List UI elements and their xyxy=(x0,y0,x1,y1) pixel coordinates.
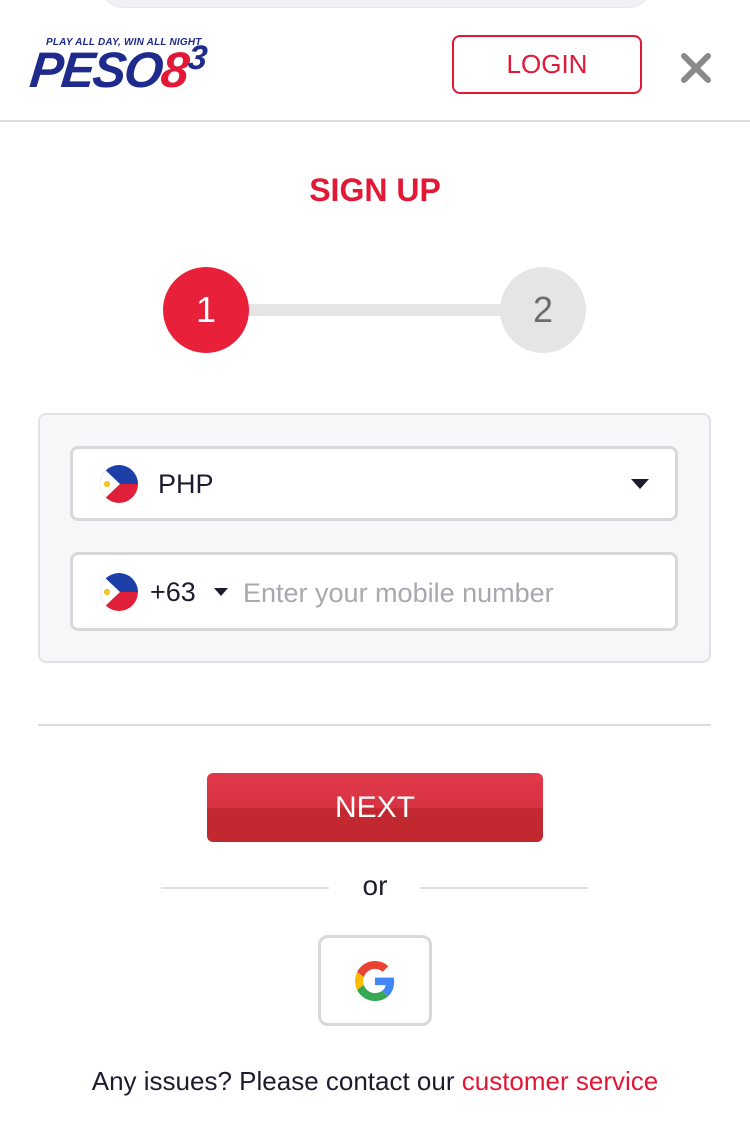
philippines-flag-icon xyxy=(100,465,138,503)
stepper-connector xyxy=(206,304,544,316)
mobile-number-field: +63 xyxy=(70,552,678,631)
currency-value: PHP xyxy=(158,469,214,499)
support-text: Any issues? Please contact our xyxy=(91,1066,462,1096)
logo-wordmark: PESO83 xyxy=(27,39,208,104)
currency-select[interactable]: PHP xyxy=(70,446,678,521)
philippines-flag-icon xyxy=(100,573,138,611)
or-label: or xyxy=(362,870,388,901)
or-divider-right xyxy=(420,887,588,889)
logo-superscript: 3 xyxy=(186,39,208,77)
dial-code-select[interactable]: +63 xyxy=(148,555,238,628)
logo-word: PESO xyxy=(27,42,165,98)
chevron-down-icon xyxy=(214,588,228,596)
section-divider xyxy=(38,724,711,726)
step-2-indicator: 2 xyxy=(500,267,586,353)
dial-code: +63 xyxy=(150,577,196,607)
next-button[interactable]: NEXT xyxy=(207,773,543,842)
google-signin-button[interactable] xyxy=(318,935,432,1026)
mobile-number-input[interactable] xyxy=(241,569,665,617)
peso88-logo[interactable]: PLAY ALL DAY, WIN ALL NIGHT PESO83 xyxy=(27,32,238,104)
support-footer: Any issues? Please contact our customer … xyxy=(0,1066,750,1097)
close-icon[interactable] xyxy=(676,48,716,88)
login-button[interactable]: LOGIN xyxy=(452,35,642,94)
or-divider-left xyxy=(161,887,329,889)
page-title: SIGN UP xyxy=(309,172,441,208)
customer-service-link[interactable]: customer service xyxy=(462,1066,659,1096)
header: PLAY ALL DAY, WIN ALL NIGHT PESO83 LOGIN xyxy=(0,0,750,122)
logo-number: 8 xyxy=(158,42,191,98)
chevron-down-icon xyxy=(631,479,649,489)
step-1-indicator: 1 xyxy=(163,267,249,353)
google-icon xyxy=(355,960,395,1001)
